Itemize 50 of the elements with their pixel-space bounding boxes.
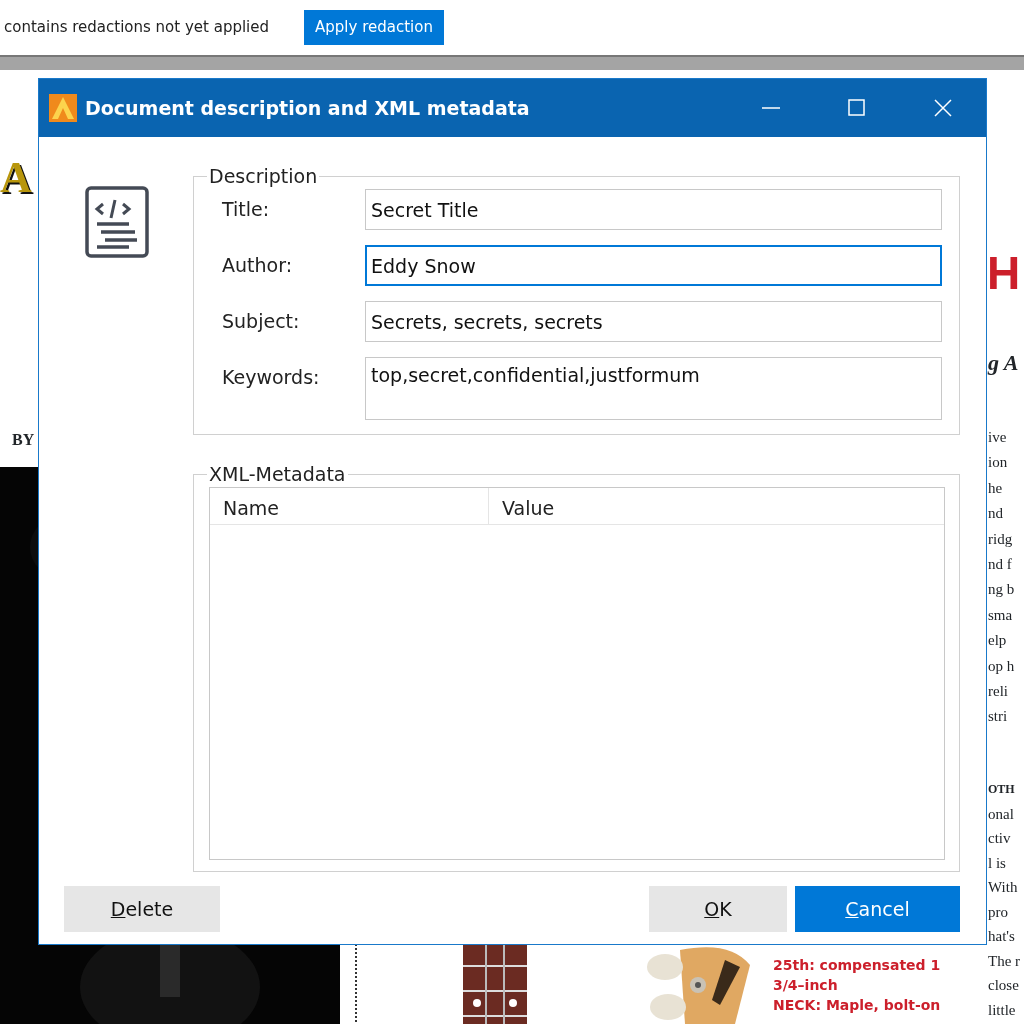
apply-redaction-button[interactable]: Apply redaction (304, 10, 444, 45)
input-field[interactable]: top,secret,confidential,justformum (365, 357, 942, 420)
field-label: Title: (222, 197, 271, 222)
body-text-line: elp (988, 631, 1008, 651)
close-icon (934, 99, 952, 117)
column-header[interactable]: Value (489, 488, 568, 524)
byline-text: BY (12, 430, 35, 450)
status-message: contains redactions not yet applied (4, 17, 269, 39)
body-text-line: reli (988, 682, 1009, 702)
column-heading: OTH (988, 781, 1016, 798)
field-label: Subject: (222, 309, 301, 334)
dialog-button[interactable]: Cancel (795, 886, 960, 932)
body-text-line: ctiv (988, 829, 1012, 848)
spec-text: NECK: Maple, bolt-on (773, 996, 941, 1015)
body-text-line: he (988, 478, 1004, 498)
body-text-line: op h (988, 656, 1015, 676)
body-text-line: ridg (988, 529, 1014, 549)
maximize-icon (848, 99, 866, 117)
body-text-line: close (988, 976, 1020, 995)
subheading-text: g A (988, 352, 1019, 374)
body-text-line: nd (988, 504, 1004, 524)
input-field[interactable]: Secrets, secrets, secrets (365, 301, 942, 342)
body-text-line: ng b (988, 580, 1015, 600)
app-logo-icon (49, 94, 77, 122)
body-text-line: stri (988, 707, 1009, 727)
window-title: Document description and XML metadata (85, 95, 531, 121)
body-text-line: sma (988, 605, 1014, 625)
column-header[interactable]: Name (210, 488, 489, 524)
heading-text: H (987, 250, 1021, 296)
body-text-line: The r (988, 951, 1021, 971)
xml-document-icon (85, 186, 149, 258)
body-text-line: ion (988, 453, 1009, 473)
field-label: Keywords: (222, 365, 321, 390)
dialog-button[interactable]: Delete (64, 886, 220, 932)
body-text-line: nd f (988, 555, 1013, 575)
body-text-line: hat's (988, 927, 1016, 946)
body-text-line: pro (988, 902, 1009, 922)
dialog-button[interactable]: OK (649, 886, 787, 932)
body-text-line: ive (988, 428, 1008, 447)
spec-text: 25th: compensated 1 (773, 956, 941, 975)
headline-text: A (0, 156, 32, 200)
spec-text: 3/4–inch (773, 976, 839, 995)
field-label: Author: (222, 253, 294, 278)
input-field[interactable]: Eddy Snow (365, 245, 942, 286)
minimize-icon (762, 107, 780, 109)
body-text-line: With (988, 878, 1019, 897)
body-text-line: l is (988, 853, 1007, 873)
input-field[interactable]: Secret Title (365, 189, 942, 230)
body-text-line: onal (988, 804, 1015, 824)
body-text-line: little (988, 1000, 1017, 1020)
